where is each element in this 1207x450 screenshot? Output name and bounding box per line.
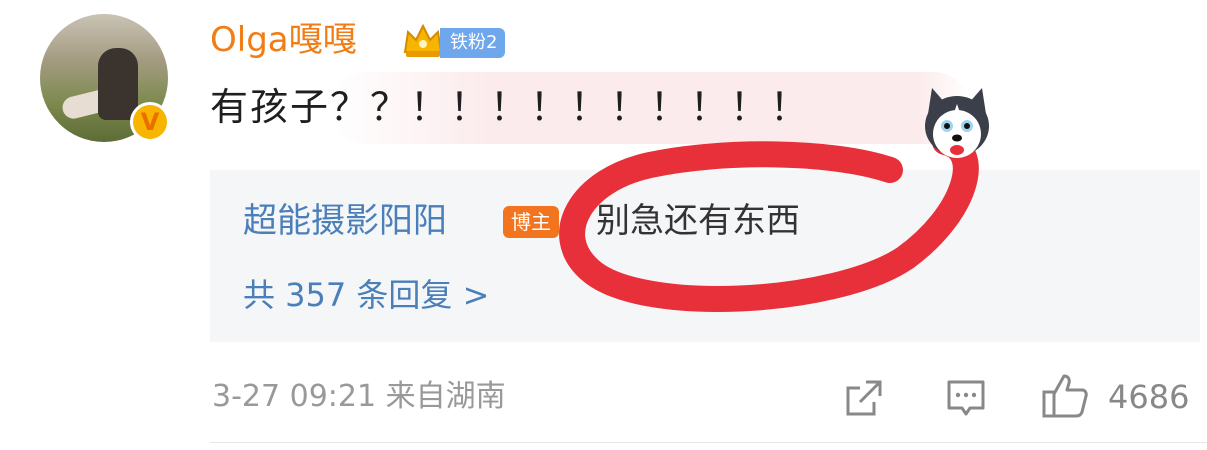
husky-sticker-icon [925,88,989,158]
reply-author[interactable]: 超能摄影阳阳 [243,196,447,246]
like-icon[interactable] [1040,370,1090,420]
comment-text: 有孩子？？！！！！！！！！！！ [210,85,811,129]
username[interactable]: Olga嘎嘎 [210,18,357,62]
verified-icon: V [130,102,170,142]
like-count: 4686 [1108,378,1190,416]
fan-badge: 铁粉2 [440,28,506,58]
divider [210,442,1207,443]
crown-icon [403,23,443,57]
reply-count-link[interactable]: 共 357 条回复 > [243,270,489,320]
post-time-location: 3-27 09:21 来自湖南 [212,379,506,414]
comment-icon[interactable] [944,376,988,420]
avatar-photo-figure [98,48,138,120]
reply-text: 别急还有东西 [596,201,800,241]
author-badge: 博主 [503,206,559,238]
share-icon[interactable] [842,376,886,420]
